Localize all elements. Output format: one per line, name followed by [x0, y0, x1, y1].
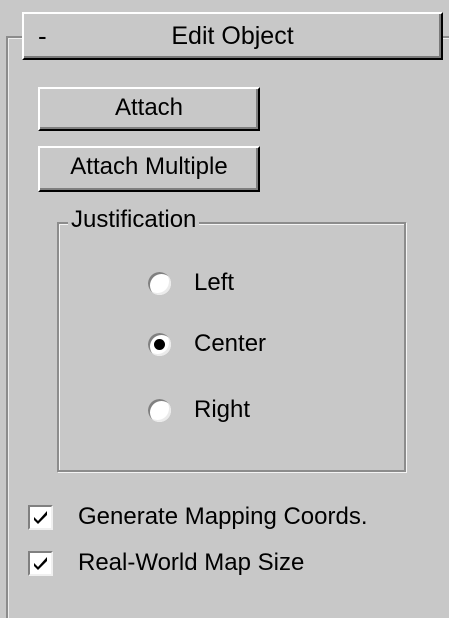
radio-button-icon[interactable] — [148, 398, 171, 422]
justification-group-label: Justification — [68, 204, 200, 236]
checkbox-checked-icon[interactable] — [28, 504, 53, 530]
radio-center[interactable]: Center — [148, 327, 266, 361]
attach-button[interactable]: Attach — [38, 87, 260, 131]
rollout-header-edit-object[interactable]: - Edit Object — [22, 12, 443, 60]
rollout-title: Edit Object — [171, 22, 294, 50]
radio-right[interactable]: Right — [148, 393, 250, 427]
real-world-map-size-label: Real-World Map Size — [78, 549, 305, 576]
radio-button-icon[interactable] — [148, 271, 171, 295]
checkmark-icon — [34, 556, 47, 570]
generate-mapping-coords-checkbox[interactable]: Generate Mapping Coords. — [28, 500, 368, 534]
radio-label-left: Left — [194, 269, 235, 296]
generate-mapping-coords-label: Generate Mapping Coords. — [78, 503, 368, 530]
real-world-map-size-checkbox[interactable]: Real-World Map Size — [28, 546, 304, 580]
checkmark-icon — [34, 510, 47, 524]
checkbox-checked-icon[interactable] — [28, 550, 53, 576]
radio-label-right: Right — [194, 396, 251, 423]
radio-button-selected-icon[interactable] — [148, 332, 171, 356]
radio-label-center: Center — [194, 330, 267, 357]
attach-multiple-button[interactable]: Attach Multiple — [38, 146, 260, 192]
radio-left[interactable]: Left — [148, 266, 234, 300]
